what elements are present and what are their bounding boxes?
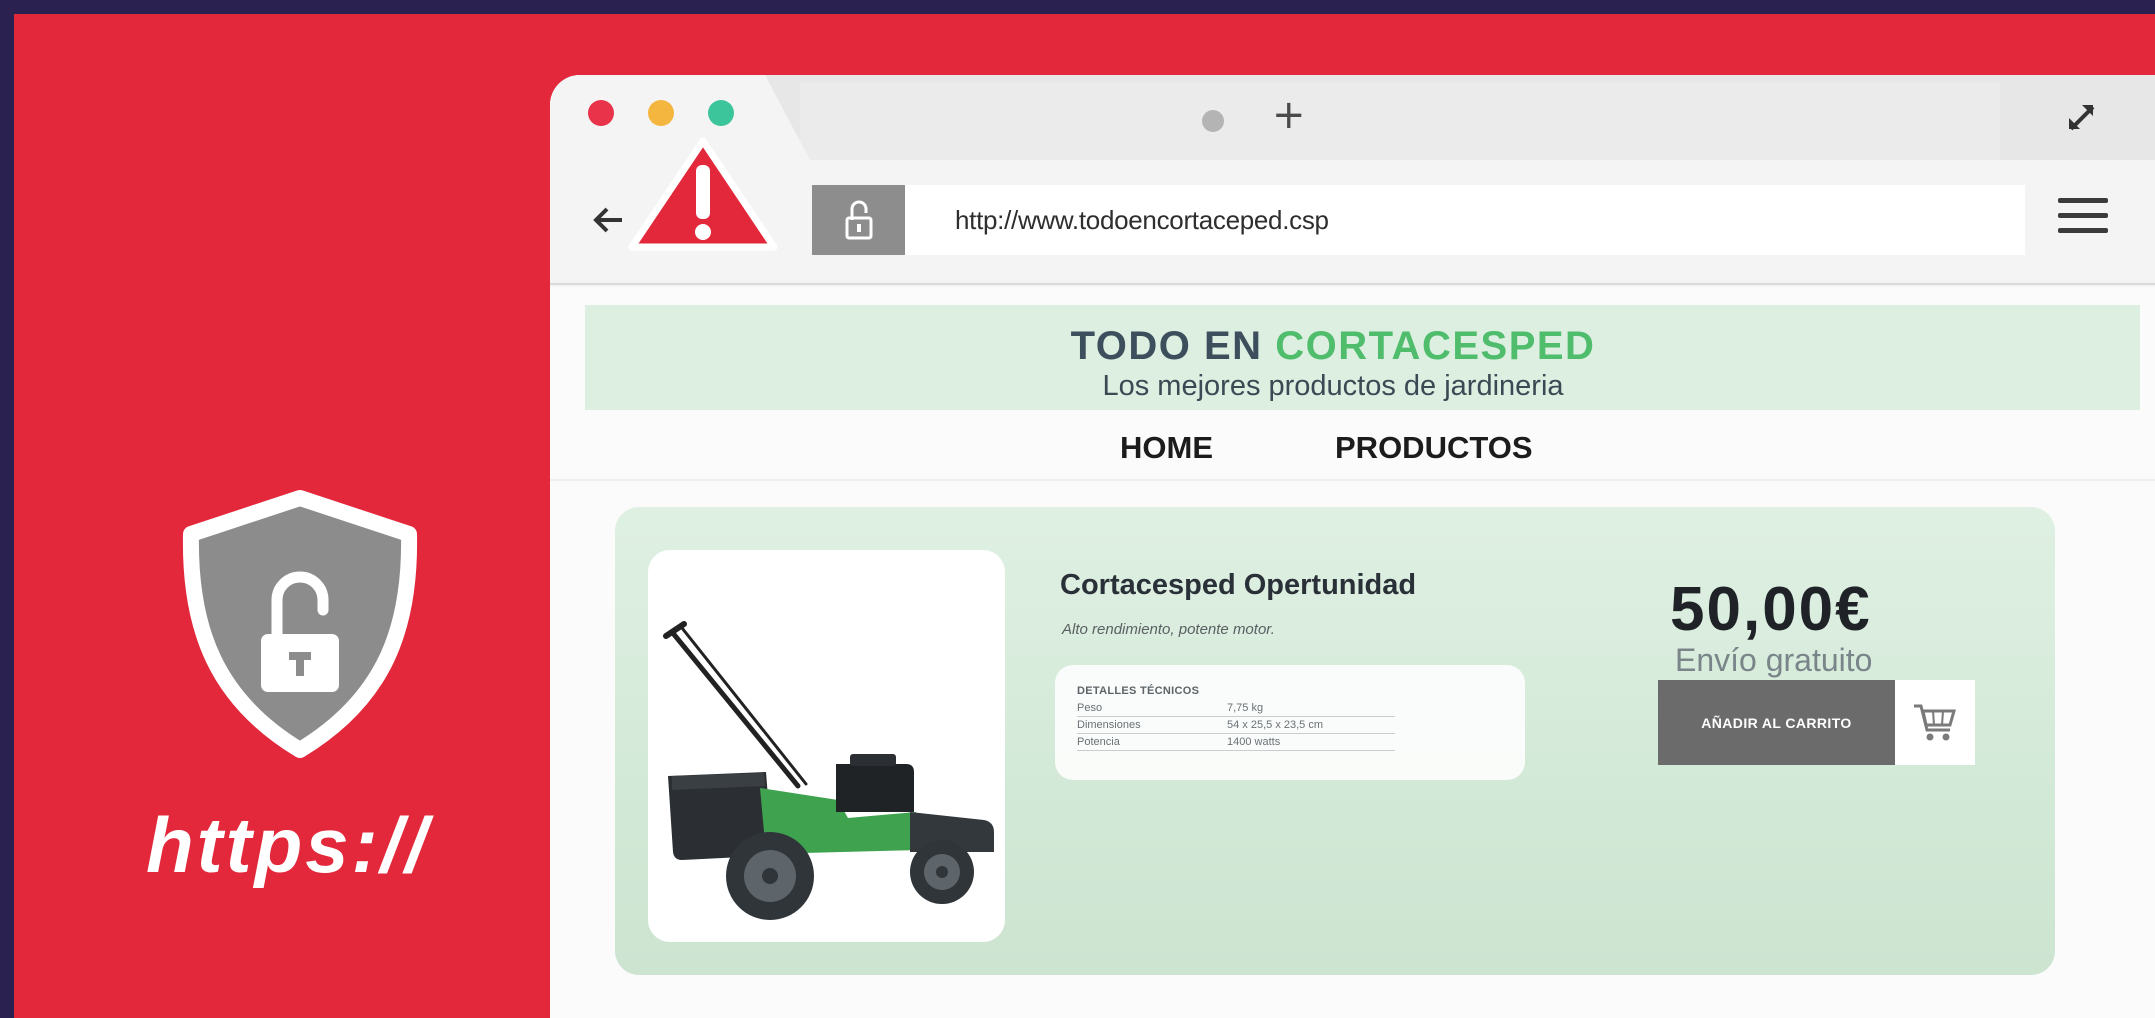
- shipping-info: Envío gratuito: [1675, 642, 1873, 678]
- detail-label: Peso: [1077, 702, 1103, 714]
- product-price: 50,00€: [1670, 575, 1872, 644]
- url-text: http://www.todoencortaceped.csp: [955, 204, 1329, 235]
- nav-home[interactable]: HOME: [1120, 430, 1213, 466]
- add-to-cart-button[interactable]: AÑADIR AL CARRITO: [1658, 680, 1895, 765]
- web-page: TODO EN CORTACESPED Los mejores producto…: [550, 287, 2155, 1018]
- technical-details-box: DETALLES TÉCNICOS Peso 7,75 kg Dimension…: [1055, 665, 1525, 780]
- brand-part-2: CORTACESPED: [1275, 324, 1596, 368]
- minimize-window-button[interactable]: [648, 100, 674, 126]
- details-title: DETALLES TÉCNICOS: [1077, 685, 1200, 697]
- unlocked-padlock-icon: [845, 200, 872, 240]
- detail-value: 7,75 kg: [1227, 702, 1264, 714]
- detail-label: Potencia: [1077, 736, 1120, 748]
- warning-triangle-icon: [628, 137, 778, 251]
- nav-productos[interactable]: PRODUCTOS: [1335, 430, 1533, 466]
- maximize-window-button[interactable]: [708, 100, 734, 126]
- https-protocol-text: https://: [146, 801, 430, 889]
- cart-icon-button[interactable]: [1895, 680, 1975, 765]
- tab-strip: [800, 83, 2000, 160]
- product-image-box[interactable]: [648, 550, 1005, 942]
- detail-label: Dimensiones: [1077, 719, 1141, 731]
- expand-icon[interactable]: [2065, 101, 2099, 135]
- nav-divider: [550, 479, 2155, 481]
- site-security-button[interactable]: [812, 185, 905, 255]
- product-title[interactable]: Cortacesped Opertunidad: [1060, 569, 1416, 602]
- site-header-banner: TODO EN CORTACESPED Los mejores producto…: [585, 305, 2140, 410]
- back-arrow-icon[interactable]: [592, 205, 626, 235]
- details-row: Peso 7,75 kg: [1077, 700, 1395, 717]
- site-logo-title[interactable]: TODO EN CORTACESPED: [933, 326, 1733, 366]
- product-card: Cortacesped Opertunidad Alto rendimiento…: [615, 507, 2055, 975]
- detail-value: 54 x 25,5 x 23,5 cm: [1227, 719, 1323, 731]
- details-row: Dimensiones 54 x 25,5 x 23,5 cm: [1077, 717, 1395, 734]
- hamburger-menu-icon[interactable]: [2058, 198, 2108, 234]
- shield-unlocked-icon: [182, 490, 418, 758]
- detail-value: 1400 watts: [1227, 736, 1281, 748]
- site-tagline: Los mejores productos de jardineria: [1102, 370, 1564, 402]
- tab-bar: +: [550, 75, 2155, 160]
- plus-icon[interactable]: +: [1272, 95, 1306, 135]
- shopping-cart-icon: [1914, 704, 1956, 740]
- browser-window: + http://www.todoencortaceped.csp TODO E…: [550, 75, 2155, 1018]
- url-input[interactable]: http://www.todoencortaceped.csp: [905, 185, 2025, 255]
- brand-part-1: TODO EN: [1070, 324, 1263, 368]
- tab-close-dot-icon[interactable]: [1202, 110, 1224, 132]
- lawnmower-image: [663, 621, 994, 920]
- details-row: Potencia 1400 watts: [1077, 734, 1395, 751]
- close-window-button[interactable]: [588, 100, 614, 126]
- product-description: Alto rendimiento, potente motor.: [1062, 621, 1275, 638]
